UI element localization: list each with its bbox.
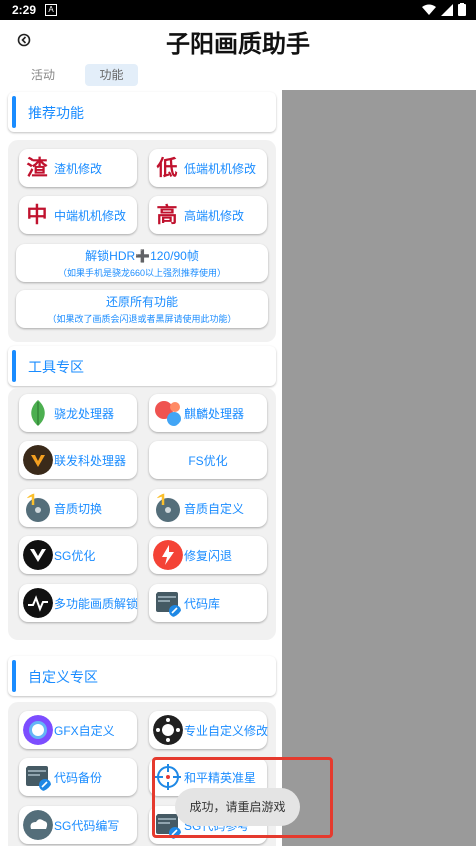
tools-panel: 骁龙处理器 麒麟处理器 联发科处理器 FS优化 音质切换 音质自定义 SG优化 … bbox=[8, 388, 276, 640]
tab-features[interactable]: 功能 bbox=[85, 64, 138, 86]
low-spec-mod-button[interactable]: 渣 渣机修改 bbox=[19, 149, 137, 187]
cloud-icon bbox=[23, 810, 53, 840]
lightning-icon bbox=[153, 540, 183, 570]
kirin-button[interactable]: 麒麟处理器 bbox=[149, 394, 267, 432]
unlock-hdr-button[interactable]: 解锁HDR➕120/90帧 （如果手机是骁龙660以上强烈推荐使用） bbox=[16, 244, 268, 282]
dial-icon bbox=[153, 715, 183, 745]
tab-activity[interactable]: 活动 bbox=[22, 64, 64, 86]
glyph-icon: 低 bbox=[156, 155, 178, 180]
status-icons bbox=[422, 3, 466, 16]
code-library-button[interactable]: 代码库 bbox=[149, 584, 267, 622]
page-title: 子阳画质助手 bbox=[166, 31, 310, 58]
battery-icon bbox=[458, 3, 466, 16]
recommend-panel: 渣 渣机修改 低 低端机机修改 中 中端机机修改 高 高端机修改 解锁HDR➕1… bbox=[8, 140, 276, 342]
wifi-icon bbox=[422, 4, 436, 15]
glyph-icon: 高 bbox=[156, 202, 178, 227]
fix-crash-button[interactable]: 修复闪退 bbox=[149, 536, 267, 574]
mediatek-icon bbox=[23, 445, 53, 475]
mediatek-button[interactable]: 联发科处理器 bbox=[19, 441, 137, 479]
section-title: 推荐功能 bbox=[28, 105, 84, 121]
low-end-mod-button[interactable]: 低 低端机机修改 bbox=[149, 149, 267, 187]
tab-bar: 活动 功能 bbox=[0, 62, 476, 90]
gfx-ring-icon bbox=[23, 715, 53, 745]
status-bar: 2:29 A bbox=[0, 0, 476, 20]
audio-custom-button[interactable]: 音质自定义 bbox=[149, 489, 267, 527]
kirin-bubbles-icon bbox=[155, 401, 181, 426]
code-backup-button[interactable]: 代码备份 bbox=[19, 758, 137, 796]
snapdragon-button[interactable]: 骁龙处理器 bbox=[19, 394, 137, 432]
section-title: 工具专区 bbox=[28, 359, 84, 375]
code-doc-icon bbox=[26, 766, 51, 791]
music-disc-icon bbox=[26, 493, 50, 522]
toast-message: 成功，请重启游戏 bbox=[175, 788, 300, 826]
mid-end-mod-button[interactable]: 中 中端机机修改 bbox=[19, 196, 137, 234]
section-header-recommend: 推荐功能 bbox=[8, 92, 276, 132]
pro-custom-button[interactable]: 专业自定义修改 bbox=[149, 711, 268, 749]
audio-switch-button[interactable]: 音质切换 bbox=[19, 489, 137, 527]
sg-optimize-button[interactable]: SG优化 bbox=[19, 536, 137, 574]
music-disc-icon bbox=[156, 493, 180, 522]
glyph-icon: 渣 bbox=[26, 155, 48, 180]
section-header-tools: 工具专区 bbox=[8, 346, 276, 386]
feature-column: 推荐功能 渣 渣机修改 低 低端机机修改 中 中端机机修改 高 高端机修改 解锁… bbox=[0, 90, 282, 846]
signal-icon bbox=[441, 3, 453, 16]
glyph-icon: 中 bbox=[26, 202, 48, 227]
code-doc-icon bbox=[156, 592, 181, 617]
gfx-custom-button[interactable]: GFX自定义 bbox=[19, 711, 137, 749]
app-header: 子阳画质助手 bbox=[0, 20, 476, 60]
high-end-mod-button[interactable]: 高 高端机修改 bbox=[149, 196, 267, 234]
section-header-custom: 自定义专区 bbox=[8, 656, 276, 696]
sg-code-write-button[interactable]: SG代码编写 bbox=[19, 806, 137, 844]
sg-v-icon bbox=[23, 540, 53, 570]
multi-unlock-button[interactable]: 多功能画质解锁 bbox=[19, 584, 138, 622]
section-title: 自定义专区 bbox=[28, 669, 98, 685]
status-time: 2:29 bbox=[12, 3, 37, 17]
wave-icon bbox=[23, 588, 53, 618]
fs-optimize-button[interactable]: FS优化 bbox=[149, 441, 267, 479]
snapdragon-leaf-icon bbox=[23, 398, 53, 428]
restore-all-button[interactable]: 还原所有功能 （如果改了画质会闪退或者黑屏请使用此功能） bbox=[16, 290, 268, 328]
notification-icon: A bbox=[45, 4, 57, 16]
